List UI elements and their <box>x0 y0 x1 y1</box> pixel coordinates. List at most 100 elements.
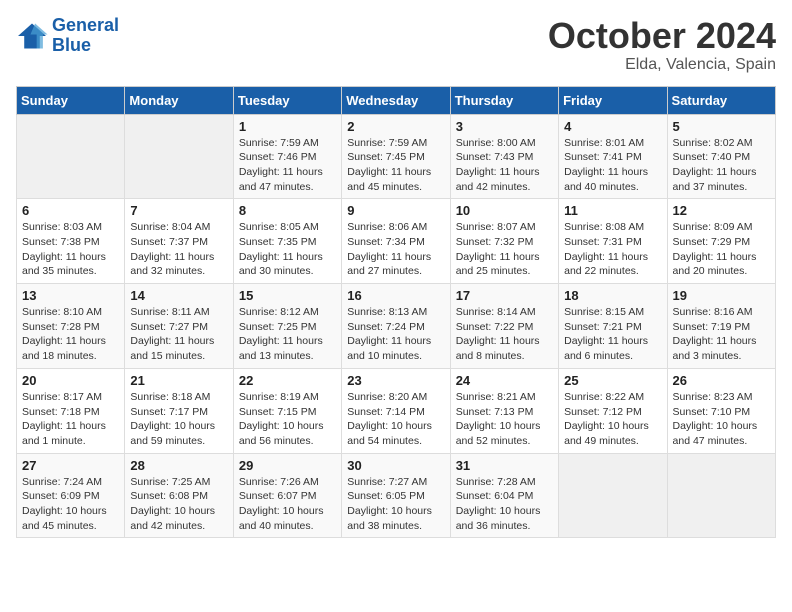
day-info: Sunrise: 8:15 AM Sunset: 7:21 PM Dayligh… <box>564 305 661 364</box>
calendar-week-1: 1Sunrise: 7:59 AM Sunset: 7:46 PM Daylig… <box>17 114 776 199</box>
day-number: 20 <box>22 373 119 388</box>
calendar-week-5: 27 Sunrise: 7:24 AM Sunset: 6:09 PM Dayli… <box>17 453 776 538</box>
calendar-cell: 21 Sunrise: 8:18 AM Sunset: 7:17 PM Dayli… <box>125 368 233 453</box>
calendar-cell: 11Sunrise: 8:08 AM Sunset: 7:31 PM Dayli… <box>559 199 667 284</box>
calendar-cell: 7Sunrise: 8:04 AM Sunset: 7:37 PM Daylig… <box>125 199 233 284</box>
calendar-cell: 19Sunrise: 8:16 AM Sunset: 7:19 PM Dayli… <box>667 284 775 369</box>
calendar-cell: 1Sunrise: 7:59 AM Sunset: 7:46 PM Daylig… <box>233 114 341 199</box>
day-info: Sunrise: 8:10 AM Sunset: 7:28 PM Dayligh… <box>22 305 119 364</box>
calendar-cell <box>125 114 233 199</box>
day-number: 30 <box>347 458 444 473</box>
calendar-cell: 28Sunrise: 7:25 AM Sunset: 6:08 PM Dayli… <box>125 453 233 538</box>
calendar-cell: 31 Sunrise: 7:28 AM Sunset: 6:04 PM Dayli… <box>450 453 558 538</box>
calendar-cell: 23Sunrise: 8:20 AM Sunset: 7:14 PM Dayli… <box>342 368 450 453</box>
calendar-week-4: 20Sunrise: 8:17 AM Sunset: 7:18 PM Dayli… <box>17 368 776 453</box>
logo: General Blue <box>16 16 119 56</box>
day-number: 2 <box>347 119 444 134</box>
logo-text: General Blue <box>52 16 119 56</box>
day-info: Sunrise: 7:59 AM Sunset: 7:45 PM Dayligh… <box>347 136 444 195</box>
day-info: Sunrise: 8:20 AM Sunset: 7:14 PM Dayligh… <box>347 390 444 449</box>
day-number: 9 <box>347 203 444 218</box>
calendar-cell: 25 Sunrise: 8:22 AM Sunset: 7:12 PM Dayli… <box>559 368 667 453</box>
weekday-header-friday: Friday <box>559 86 667 114</box>
day-info: Sunrise: 8:21 AM Sunset: 7:13 PM Dayligh… <box>456 390 553 449</box>
calendar-cell: 14Sunrise: 8:11 AM Sunset: 7:27 PM Dayli… <box>125 284 233 369</box>
month-title: October 2024 <box>548 16 776 56</box>
day-number: 27 <box>22 458 119 473</box>
day-info: Sunrise: 8:03 AM Sunset: 7:38 PM Dayligh… <box>22 220 119 279</box>
day-number: 12 <box>673 203 770 218</box>
calendar-cell: 6 Sunrise: 8:03 AM Sunset: 7:38 PM Daylig… <box>17 199 125 284</box>
location-title: Elda, Valencia, Spain <box>548 56 776 74</box>
weekday-header-tuesday: Tuesday <box>233 86 341 114</box>
day-number: 3 <box>456 119 553 134</box>
day-info: Sunrise: 8:02 AM Sunset: 7:40 PM Dayligh… <box>673 136 770 195</box>
calendar-cell: 30 Sunrise: 7:27 AM Sunset: 6:05 PM Dayli… <box>342 453 450 538</box>
day-info: Sunrise: 8:22 AM Sunset: 7:12 PM Dayligh… <box>564 390 661 449</box>
day-info: Sunrise: 8:09 AM Sunset: 7:29 PM Dayligh… <box>673 220 770 279</box>
day-info: Sunrise: 7:26 AM Sunset: 6:07 PM Dayligh… <box>239 475 336 534</box>
day-info: Sunrise: 8:00 AM Sunset: 7:43 PM Dayligh… <box>456 136 553 195</box>
calendar-body: 1Sunrise: 7:59 AM Sunset: 7:46 PM Daylig… <box>17 114 776 538</box>
weekday-header-wednesday: Wednesday <box>342 86 450 114</box>
day-number: 13 <box>22 288 119 303</box>
title-area: October 2024 Elda, Valencia, Spain <box>548 16 776 74</box>
day-number: 24 <box>456 373 553 388</box>
day-info: Sunrise: 8:08 AM Sunset: 7:31 PM Dayligh… <box>564 220 661 279</box>
day-number: 5 <box>673 119 770 134</box>
day-number: 25 <box>564 373 661 388</box>
day-info: Sunrise: 8:12 AM Sunset: 7:25 PM Dayligh… <box>239 305 336 364</box>
calendar-cell: 12 Sunrise: 8:09 AM Sunset: 7:29 PM Dayli… <box>667 199 775 284</box>
calendar-cell: 24 Sunrise: 8:21 AM Sunset: 7:13 PM Dayli… <box>450 368 558 453</box>
day-number: 22 <box>239 373 336 388</box>
calendar-cell: 9 Sunrise: 8:06 AM Sunset: 7:34 PM Daylig… <box>342 199 450 284</box>
weekday-header-row: SundayMondayTuesdayWednesdayThursdayFrid… <box>17 86 776 114</box>
day-number: 6 <box>22 203 119 218</box>
calendar-cell: 17 Sunrise: 8:14 AM Sunset: 7:22 PM Dayli… <box>450 284 558 369</box>
calendar-cell: 27 Sunrise: 7:24 AM Sunset: 6:09 PM Dayli… <box>17 453 125 538</box>
day-info: Sunrise: 8:14 AM Sunset: 7:22 PM Dayligh… <box>456 305 553 364</box>
day-number: 8 <box>239 203 336 218</box>
day-number: 10 <box>456 203 553 218</box>
day-number: 21 <box>130 373 227 388</box>
day-number: 15 <box>239 288 336 303</box>
weekday-header-saturday: Saturday <box>667 86 775 114</box>
calendar-cell: 29Sunrise: 7:26 AM Sunset: 6:07 PM Dayli… <box>233 453 341 538</box>
day-number: 4 <box>564 119 661 134</box>
day-number: 26 <box>673 373 770 388</box>
day-info: Sunrise: 8:05 AM Sunset: 7:35 PM Dayligh… <box>239 220 336 279</box>
logo-line1: General <box>52 15 119 35</box>
calendar-table: SundayMondayTuesdayWednesdayThursdayFrid… <box>16 86 776 539</box>
day-number: 17 <box>456 288 553 303</box>
day-info: Sunrise: 8:19 AM Sunset: 7:15 PM Dayligh… <box>239 390 336 449</box>
day-info: Sunrise: 8:01 AM Sunset: 7:41 PM Dayligh… <box>564 136 661 195</box>
calendar-cell: 3 Sunrise: 8:00 AM Sunset: 7:43 PM Daylig… <box>450 114 558 199</box>
calendar-week-2: 6 Sunrise: 8:03 AM Sunset: 7:38 PM Daylig… <box>17 199 776 284</box>
day-number: 31 <box>456 458 553 473</box>
calendar-cell: 5 Sunrise: 8:02 AM Sunset: 7:40 PM Daylig… <box>667 114 775 199</box>
calendar-cell <box>17 114 125 199</box>
day-info: Sunrise: 8:07 AM Sunset: 7:32 PM Dayligh… <box>456 220 553 279</box>
day-info: Sunrise: 7:27 AM Sunset: 6:05 PM Dayligh… <box>347 475 444 534</box>
calendar-cell: 18 Sunrise: 8:15 AM Sunset: 7:21 PM Dayli… <box>559 284 667 369</box>
day-number: 16 <box>347 288 444 303</box>
weekday-header-sunday: Sunday <box>17 86 125 114</box>
calendar-cell <box>559 453 667 538</box>
calendar-cell: 15 Sunrise: 8:12 AM Sunset: 7:25 PM Dayli… <box>233 284 341 369</box>
calendar-cell: 2 Sunrise: 7:59 AM Sunset: 7:45 PM Daylig… <box>342 114 450 199</box>
day-info: Sunrise: 8:18 AM Sunset: 7:17 PM Dayligh… <box>130 390 227 449</box>
day-info: Sunrise: 7:28 AM Sunset: 6:04 PM Dayligh… <box>456 475 553 534</box>
day-number: 18 <box>564 288 661 303</box>
calendar-cell: 26Sunrise: 8:23 AM Sunset: 7:10 PM Dayli… <box>667 368 775 453</box>
calendar-cell: 13 Sunrise: 8:10 AM Sunset: 7:28 PM Dayli… <box>17 284 125 369</box>
calendar-cell: 10 Sunrise: 8:07 AM Sunset: 7:32 PM Dayli… <box>450 199 558 284</box>
calendar-cell: 8 Sunrise: 8:05 AM Sunset: 7:35 PM Daylig… <box>233 199 341 284</box>
logo-line2: Blue <box>52 35 91 55</box>
header: General Blue October 2024 Elda, Valencia… <box>16 16 776 74</box>
day-info: Sunrise: 8:04 AM Sunset: 7:37 PM Dayligh… <box>130 220 227 279</box>
day-info: Sunrise: 8:06 AM Sunset: 7:34 PM Dayligh… <box>347 220 444 279</box>
day-info: Sunrise: 7:24 AM Sunset: 6:09 PM Dayligh… <box>22 475 119 534</box>
day-info: Sunrise: 8:16 AM Sunset: 7:19 PM Dayligh… <box>673 305 770 364</box>
day-info: Sunrise: 7:59 AM Sunset: 7:46 PM Dayligh… <box>239 136 336 195</box>
weekday-header-monday: Monday <box>125 86 233 114</box>
